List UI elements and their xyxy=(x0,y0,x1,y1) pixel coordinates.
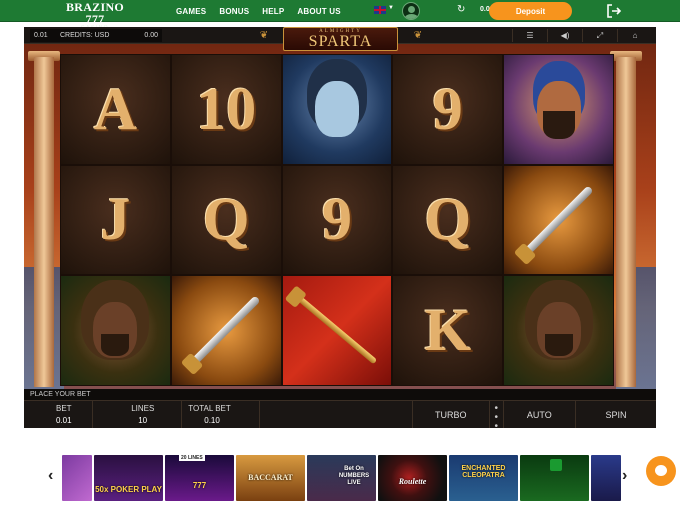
stone-column xyxy=(34,57,54,387)
nav-games[interactable]: GAMES xyxy=(176,7,206,16)
game-thumbnail[interactable] xyxy=(520,455,589,501)
thumbnail-title: BACCARAT xyxy=(248,473,293,482)
game-thumbnail[interactable]: ENCHANTED CLEOPATRA xyxy=(449,455,518,501)
avatar[interactable] xyxy=(402,2,420,20)
card-symbol-text: A xyxy=(93,75,138,142)
thumbnail-title: Roulette xyxy=(398,477,427,486)
spear-icon xyxy=(296,296,378,365)
thumbnail-badge: 20 LINES xyxy=(179,455,205,461)
card-symbol-text: Q xyxy=(202,186,250,253)
carousel-prev-icon[interactable]: ‹ xyxy=(48,467,53,485)
logout-icon[interactable] xyxy=(606,3,622,19)
fullscreen-icon[interactable]: ⤢ xyxy=(582,29,617,42)
lines-selector[interactable]: LINES 10 xyxy=(93,401,183,428)
reel-symbol-card: Q xyxy=(392,164,504,276)
credits-panel: 0.01 CREDITS: USD 0.00 xyxy=(30,29,162,42)
betbar-spacer xyxy=(260,401,413,428)
card-symbol-text: 9 xyxy=(432,75,463,142)
leprechaun-hat-icon xyxy=(550,459,562,471)
sword-icon xyxy=(523,185,594,255)
warrior-portrait xyxy=(536,302,581,359)
reel-symbol-card: 10 xyxy=(170,54,282,165)
game-thumbnail[interactable]: 50x POKER PLAY xyxy=(94,455,163,501)
reel-symbol-card: Q xyxy=(170,164,282,276)
card-symbol-text: K xyxy=(424,296,472,363)
chevron-down-icon[interactable]: ▼ xyxy=(388,5,394,11)
reel-symbol-card: A xyxy=(60,54,171,165)
total-bet-value: 0.10 xyxy=(204,416,220,425)
total-bet-label: TOTAL BET xyxy=(188,404,231,413)
more-options-icon[interactable]: • • • xyxy=(490,401,504,428)
chat-icon[interactable] xyxy=(646,456,676,486)
game-thumbnail[interactable] xyxy=(591,455,621,501)
game-title-big: SPARTA xyxy=(308,33,373,50)
game-thumbnail[interactable] xyxy=(62,455,92,501)
bet-value: 0.01 xyxy=(56,416,72,425)
card-symbol-text: J xyxy=(100,186,131,253)
reel-symbol-card: 9 xyxy=(281,164,393,276)
total-bet-display: TOTAL BET 0.10 xyxy=(182,401,261,428)
game-thumbnail[interactable]: 20 LINES 777 xyxy=(165,455,234,501)
bet-label: BET xyxy=(56,404,72,413)
auto-button[interactable]: AUTO xyxy=(504,401,576,428)
bet-controls-bar: BET 0.01 LINES 10 TOTAL BET 0.10 TURBO •… xyxy=(24,400,656,428)
hud-bet-value: 0.01 xyxy=(34,32,48,39)
nav-help[interactable]: HELP xyxy=(262,7,284,16)
menu-icon[interactable]: ☰ xyxy=(512,29,547,42)
refresh-icon[interactable]: ↻ xyxy=(457,4,465,16)
thumbnail-title: 777 xyxy=(192,481,207,490)
lines-label: LINES xyxy=(131,404,155,413)
spin-button[interactable]: SPIN xyxy=(576,401,656,428)
reel-symbol-warrior xyxy=(60,275,171,386)
turbo-button[interactable]: TURBO xyxy=(413,401,490,428)
thumbnail-title: ENCHANTED CLEOPATRA xyxy=(461,465,506,479)
main-nav: GAMES BONUS HELP ABOUT US xyxy=(176,0,341,22)
game-thumbnails: 50x POKER PLAY 20 LINES 777 BACCARAT Bet On … xyxy=(62,455,621,501)
reel-symbol-sword xyxy=(170,275,282,386)
card-symbol-text: 10 xyxy=(196,75,257,142)
deposit-button[interactable]: Deposit xyxy=(489,2,572,20)
thumbnail-title: Bet On NUMBERS LIVE xyxy=(338,466,370,486)
game-title: ALMIGHTY SPARTA xyxy=(283,27,398,51)
king-portrait xyxy=(536,81,581,140)
nav-bonus[interactable]: BONUS xyxy=(219,7,249,16)
card-symbol-text: 9 xyxy=(321,186,352,253)
sword-icon xyxy=(191,295,261,366)
game-thumbnail[interactable]: Bet On NUMBERS LIVE xyxy=(307,455,376,501)
reel-symbol-card: 9 xyxy=(392,54,504,165)
card-symbol-text: Q xyxy=(424,186,472,253)
sound-icon[interactable]: ◀) xyxy=(547,29,582,42)
top-navigation-bar: BRAZINO 777 CASINO GAMES BONUS HELP ABOU… xyxy=(0,0,680,31)
carousel-next-icon[interactable]: › xyxy=(622,467,627,485)
reel-grid: A 10 9 J Q 9 Q K xyxy=(60,54,614,386)
game-thumbnail[interactable]: Roulette xyxy=(378,455,447,501)
game-carousel: ‹ 50x POKER PLAY 20 LINES 777 BACCARAT Bet O… xyxy=(0,440,680,511)
logo-text: BRAZINO 777 xyxy=(65,0,125,26)
ornament-icon: ❦ xyxy=(413,30,423,41)
reel-symbol-sword xyxy=(503,164,614,276)
stone-column xyxy=(616,57,636,387)
home-icon[interactable]: ⌂ xyxy=(617,29,652,42)
place-your-bet-label: PLACE YOUR BET xyxy=(24,389,656,400)
warrior-portrait xyxy=(93,302,138,359)
uk-flag-icon[interactable] xyxy=(374,6,386,14)
reel-symbol-card: K xyxy=(392,275,504,386)
slot-game-frame: 0.01 CREDITS: USD 0.00 ☰ ◀) ⤢ ⌂ ❦ ALMIGH… xyxy=(24,27,656,428)
reel-symbol-card: J xyxy=(60,164,171,276)
ornament-icon: ❦ xyxy=(259,30,269,41)
nav-about-us[interactable]: ABOUT US xyxy=(297,7,340,16)
bet-selector[interactable]: BET 0.01 xyxy=(24,401,94,428)
reel-symbol-warrior xyxy=(503,275,614,386)
reel-symbol-king xyxy=(503,54,614,165)
hud-credits-label: CREDITS: USD xyxy=(60,32,110,39)
hud-credits-value: 0.00 xyxy=(144,32,158,39)
reel-symbol-spear xyxy=(281,275,393,386)
lines-value: 10 xyxy=(138,416,148,425)
game-thumbnail[interactable]: BACCARAT xyxy=(236,455,305,501)
hud-icon-group: ☰ ◀) ⤢ ⌂ xyxy=(512,29,652,42)
reel-symbol-hero xyxy=(281,54,393,165)
hero-portrait xyxy=(314,81,359,138)
thumbnail-title: 50x POKER PLAY xyxy=(95,485,162,494)
